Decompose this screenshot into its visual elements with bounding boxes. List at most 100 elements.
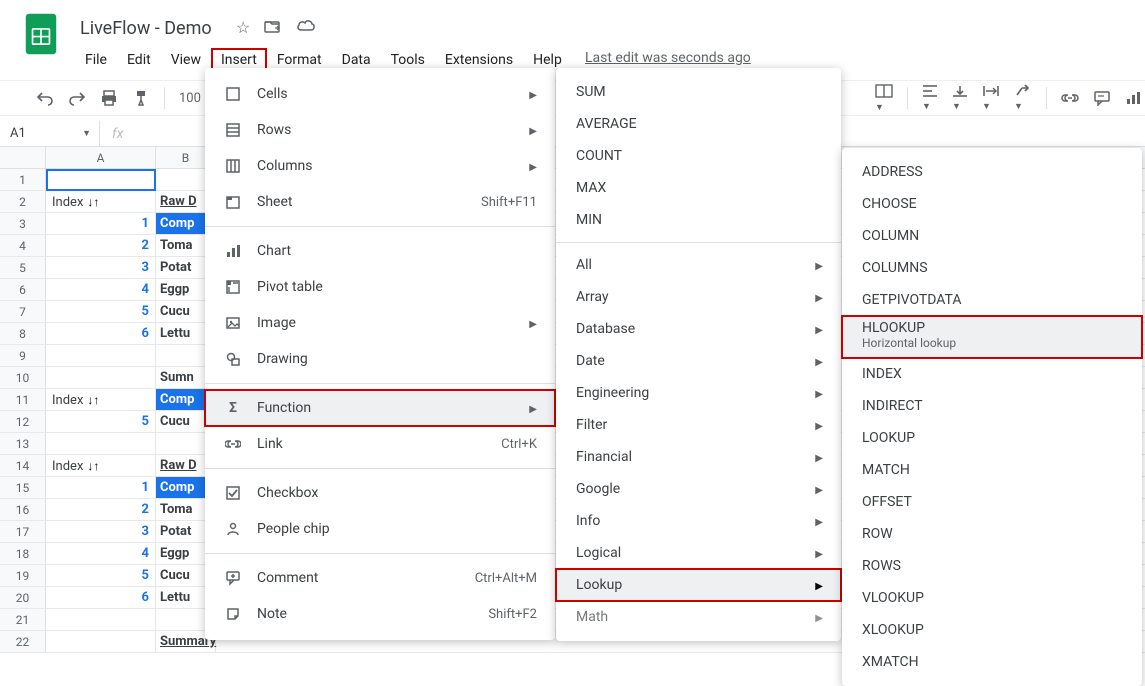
row-header[interactable]: 5 [0, 257, 46, 278]
lookup-fn-xlookup[interactable]: XLOOKUP [842, 614, 1142, 646]
cell[interactable]: 1 [46, 213, 156, 234]
print-icon[interactable] [100, 89, 118, 107]
func-count[interactable]: COUNT [556, 140, 841, 172]
lookup-fn-offset[interactable]: OFFSET [842, 486, 1142, 518]
menu-cells[interactable]: Cells [205, 76, 555, 112]
row-header[interactable]: 12 [0, 411, 46, 432]
row-header[interactable]: 14 [0, 455, 46, 476]
cell[interactable]: 1 [46, 477, 156, 498]
link-icon[interactable] [1061, 91, 1079, 105]
func-cat-array[interactable]: Array [556, 281, 841, 313]
row-header[interactable]: 9 [0, 345, 46, 366]
menu-pivot[interactable]: Pivot table [205, 269, 555, 305]
func-max[interactable]: MAX [556, 172, 841, 204]
row-header[interactable]: 10 [0, 367, 46, 388]
row-header[interactable]: 6 [0, 279, 46, 300]
func-cat-info[interactable]: Info [556, 505, 841, 537]
cell[interactable] [46, 367, 156, 388]
row-header[interactable]: 4 [0, 235, 46, 256]
row-header[interactable]: 15 [0, 477, 46, 498]
star-icon[interactable]: ☆ [236, 18, 250, 37]
menu-chart[interactable]: Chart [205, 233, 555, 269]
row-header[interactable]: 13 [0, 433, 46, 454]
func-min[interactable]: MIN [556, 204, 841, 236]
menu-function[interactable]: Σ Function [205, 390, 555, 426]
lookup-fn-getpivotdata[interactable]: GETPIVOTDATA [842, 284, 1142, 316]
zoom-level[interactable]: 100 [179, 91, 201, 106]
chart-toolbar-icon[interactable] [1125, 90, 1141, 106]
row-header[interactable]: 16 [0, 499, 46, 520]
cell[interactable]: 6 [46, 323, 156, 344]
cell[interactable]: Index↓↑ [46, 191, 156, 212]
menu-edit[interactable]: Edit [117, 48, 161, 72]
cell[interactable]: Index↓↑ [46, 455, 156, 476]
row-header[interactable]: 3 [0, 213, 46, 234]
menu-people-chip[interactable]: People chip [205, 511, 555, 547]
rotate-icon[interactable]: ▼ [1014, 84, 1032, 113]
func-cat-date[interactable]: Date [556, 345, 841, 377]
undo-icon[interactable] [36, 89, 54, 107]
paint-format-icon[interactable] [132, 89, 150, 107]
lookup-fn-hlookup[interactable]: HLOOKUPHorizontal lookup [842, 316, 1142, 358]
lookup-fn-lookup[interactable]: LOOKUP [842, 422, 1142, 454]
cell[interactable]: 5 [46, 411, 156, 432]
lookup-fn-choose[interactable]: CHOOSE [842, 188, 1142, 220]
func-cat-logical[interactable]: Logical [556, 537, 841, 569]
func-cat-lookup[interactable]: Lookup [556, 569, 841, 601]
row-header[interactable]: 19 [0, 565, 46, 586]
move-icon[interactable] [264, 18, 282, 37]
func-cat-database[interactable]: Database [556, 313, 841, 345]
menu-comment[interactable]: Comment Ctrl+Alt+M [205, 560, 555, 596]
func-cat-math[interactable]: Math [556, 601, 841, 633]
cell[interactable] [46, 169, 156, 190]
row-header[interactable]: 17 [0, 521, 46, 542]
menu-drawing[interactable]: Drawing [205, 341, 555, 377]
doc-title[interactable]: LiveFlow - Demo [80, 18, 212, 39]
func-sum[interactable]: SUM [556, 76, 841, 108]
func-average[interactable]: AVERAGE [556, 108, 841, 140]
lookup-fn-address[interactable]: ADDRESS [842, 156, 1142, 188]
cell[interactable] [46, 345, 156, 366]
last-edit-link[interactable]: Last edit was seconds ago [585, 50, 751, 66]
cell-merge-icon[interactable]: ▼ [875, 83, 893, 114]
redo-icon[interactable] [68, 89, 86, 107]
menu-link[interactable]: Link Ctrl+K [205, 426, 555, 462]
row-header[interactable]: 21 [0, 609, 46, 630]
row-header[interactable]: 7 [0, 301, 46, 322]
lookup-fn-match[interactable]: MATCH [842, 454, 1142, 486]
cell[interactable] [46, 609, 156, 630]
menu-checkbox[interactable]: Checkbox [205, 475, 555, 511]
cell[interactable]: 3 [46, 257, 156, 278]
cell[interactable] [46, 433, 156, 454]
halign-icon[interactable]: ▼ [922, 84, 938, 113]
lookup-fn-columns[interactable]: COLUMNS [842, 252, 1142, 284]
lookup-fn-index[interactable]: INDEX [842, 358, 1142, 390]
menu-note[interactable]: Note Shift+F2 [205, 596, 555, 632]
row-header[interactable]: 22 [0, 631, 46, 652]
menu-sheet[interactable]: Sheet Shift+F11 [205, 184, 555, 220]
cell[interactable]: 5 [46, 301, 156, 322]
wrap-icon[interactable]: ▼ [982, 84, 1000, 113]
cell[interactable]: 6 [46, 587, 156, 608]
name-box[interactable]: A1 ▼ [0, 121, 100, 146]
cloud-icon[interactable] [296, 18, 316, 37]
cell[interactable] [46, 631, 156, 652]
col-header-a[interactable]: A [46, 147, 156, 168]
menu-file[interactable]: File [75, 48, 117, 72]
menu-image[interactable]: Image [205, 305, 555, 341]
row-header[interactable]: 18 [0, 543, 46, 564]
func-cat-financial[interactable]: Financial [556, 441, 841, 473]
cell[interactable]: 3 [46, 521, 156, 542]
func-cat-filter[interactable]: Filter [556, 409, 841, 441]
row-header[interactable]: 2 [0, 191, 46, 212]
lookup-fn-row[interactable]: ROW [842, 518, 1142, 550]
lookup-fn-vlookup[interactable]: VLOOKUP [842, 582, 1142, 614]
row-header[interactable]: 8 [0, 323, 46, 344]
menu-columns[interactable]: Columns [205, 148, 555, 184]
cell[interactable]: 5 [46, 565, 156, 586]
menu-rows[interactable]: Rows [205, 112, 555, 148]
cell[interactable]: 4 [46, 543, 156, 564]
valign-icon[interactable]: ▼ [952, 84, 968, 113]
comment-toolbar-icon[interactable] [1093, 90, 1111, 106]
lookup-fn-xmatch[interactable]: XMATCH [842, 646, 1142, 678]
